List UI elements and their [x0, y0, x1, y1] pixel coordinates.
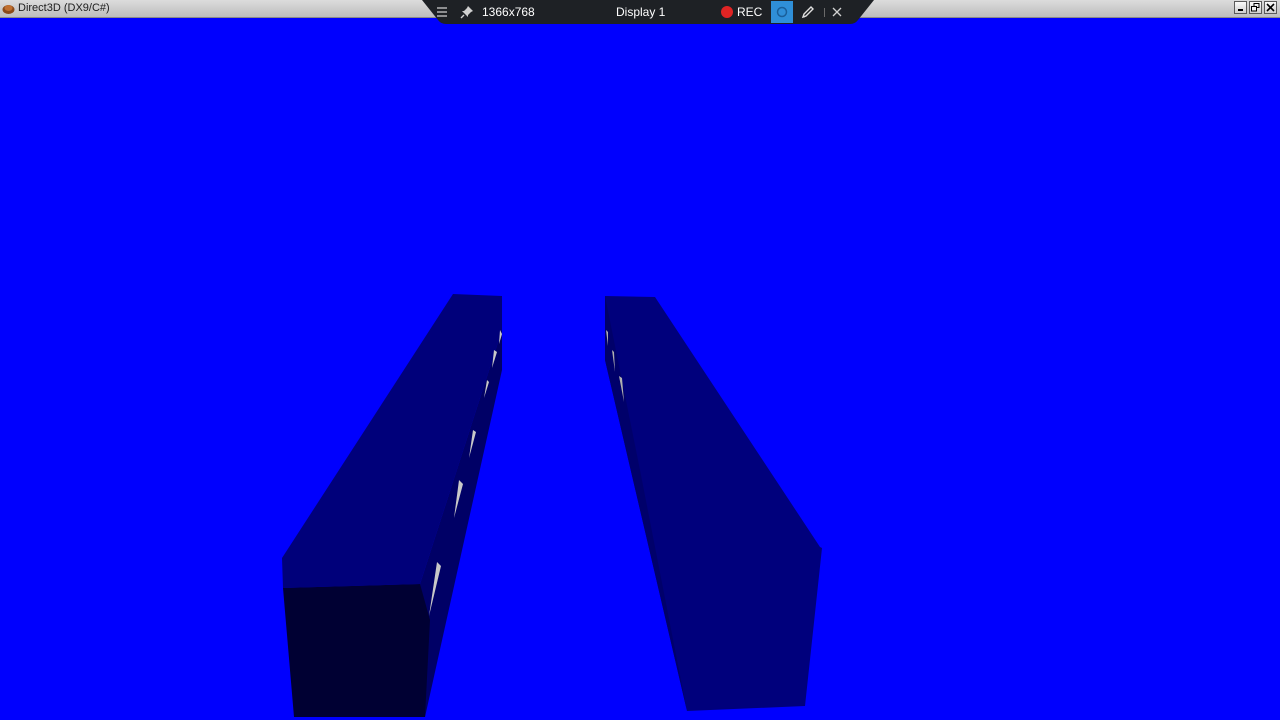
hamburger-menu-icon[interactable]: [434, 4, 450, 20]
window-controls: [1234, 1, 1277, 14]
camera-icon: [776, 6, 788, 18]
right-block-top-face: [605, 296, 822, 711]
restore-icon: [1251, 3, 1260, 12]
3d-scene: [282, 294, 822, 717]
screenshot-button[interactable]: [771, 1, 793, 23]
close-icon[interactable]: [829, 4, 845, 20]
minimize-icon: [1238, 9, 1243, 11]
rec-button[interactable]: REC: [721, 4, 762, 20]
right-wall-block: [605, 296, 822, 711]
toolbar-separator: [824, 8, 825, 17]
resolution-label[interactable]: 1366x768: [482, 4, 535, 20]
pin-icon[interactable]: [459, 4, 475, 20]
minimize-button[interactable]: [1234, 1, 1247, 14]
left-block-front-face: [283, 584, 430, 717]
restore-button[interactable]: [1249, 1, 1262, 14]
window-title: Direct3D (DX9/C#): [18, 2, 110, 14]
app-window: Direct3D (DX9/C#) 1366x768 Display 1 REC: [0, 0, 1280, 720]
pen-icon[interactable]: [800, 4, 816, 20]
app-icon: [2, 5, 15, 14]
left-wall-block: [282, 294, 502, 717]
recording-toolbar: 1366x768 Display 1 REC: [422, 0, 874, 24]
rec-label: REC: [737, 5, 763, 19]
close-icon: [1266, 3, 1275, 12]
render-viewport[interactable]: [0, 18, 1280, 720]
display-selector[interactable]: Display 1: [616, 4, 665, 20]
record-icon: [721, 6, 733, 18]
close-button[interactable]: [1264, 1, 1277, 14]
